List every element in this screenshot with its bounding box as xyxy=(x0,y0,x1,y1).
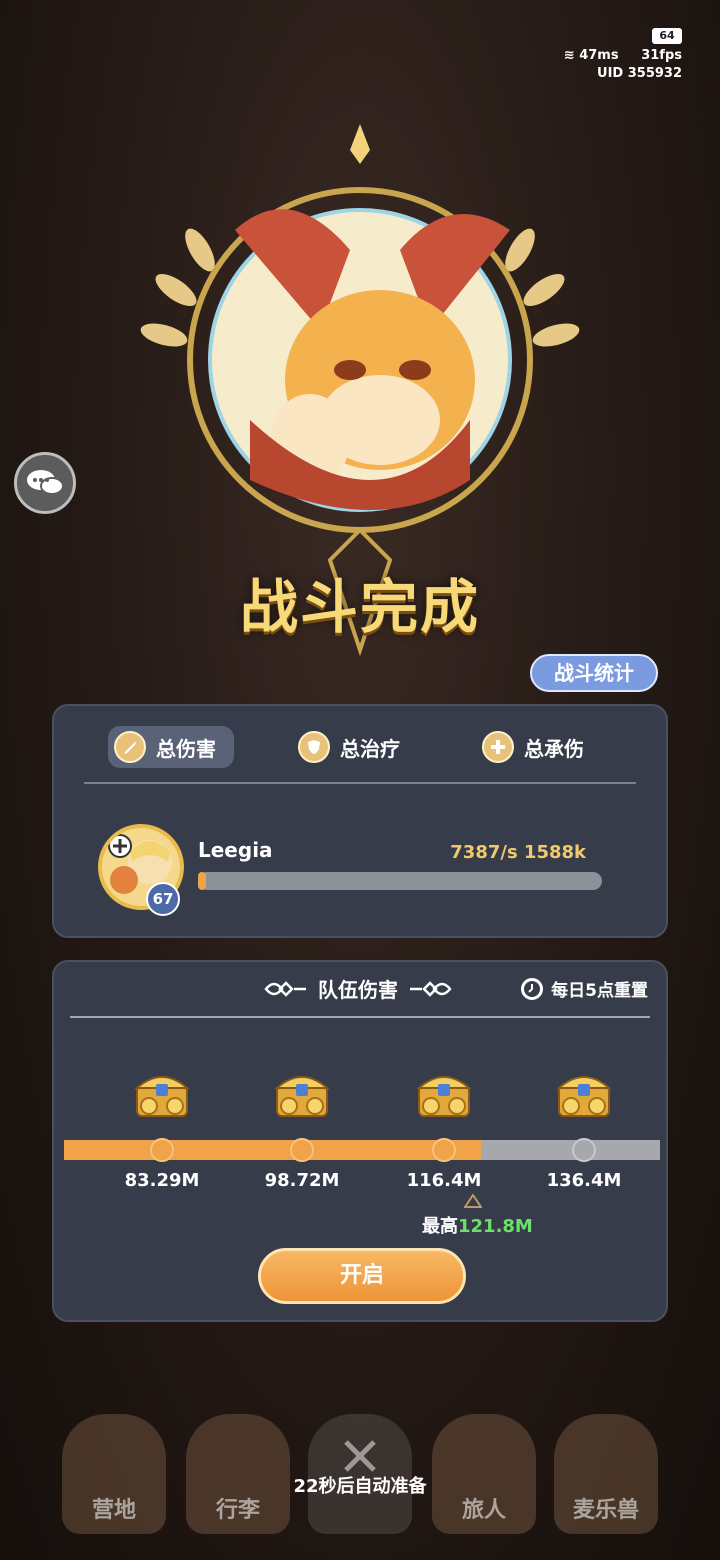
reset-text: 每日5点重置 xyxy=(551,981,648,1001)
milestone-dot xyxy=(290,1138,314,1162)
team-progress-fill xyxy=(64,1140,482,1160)
best-record: 最高121.8M xyxy=(422,1212,533,1238)
uid-text: UID 355932 xyxy=(597,66,682,81)
tab-total-damage-taken[interactable]: 总承伤 xyxy=(482,726,584,768)
open-chest-button[interactable]: 开启 xyxy=(258,1248,466,1304)
milestone-value: 98.72M xyxy=(264,1170,340,1191)
auto-ready-text: 22秒后自动准备 xyxy=(293,1476,427,1497)
treasure-chest-icon[interactable] xyxy=(271,1066,333,1122)
page-title: 战斗完成 xyxy=(239,573,480,641)
milestone-value: 116.4M xyxy=(406,1170,482,1191)
level-badge: 67 xyxy=(146,882,180,916)
ornament-left-icon xyxy=(264,980,306,997)
crossed-swords-icon xyxy=(344,1440,376,1472)
damage-bar-fill xyxy=(198,872,206,890)
divider xyxy=(70,1016,650,1018)
open-button-label: 开启 xyxy=(339,1263,384,1288)
battery-indicator: 64 xyxy=(652,28,682,44)
tab-label: 总治疗 xyxy=(340,736,400,761)
team-damage-panel: 队伍伤害 每日5点重置 最高121.8M 开启 83.29M 98.72M 116.… xyxy=(52,960,668,1322)
treasure-chest-icon[interactable] xyxy=(553,1066,615,1122)
chat-bubble-icon xyxy=(27,470,64,495)
heal-cross-icon xyxy=(482,731,514,763)
player-name: Leegia xyxy=(198,838,273,862)
status-overlay: 64 ≋ 47ms 31fps UID 355932 xyxy=(542,28,682,84)
chat-button[interactable] xyxy=(14,452,76,514)
shield-icon xyxy=(298,731,330,763)
team-damage-header: 队伍伤害 xyxy=(264,974,452,1003)
best-label: 最高 xyxy=(422,1216,458,1237)
fps-text: 31fps xyxy=(641,48,682,63)
divider xyxy=(84,782,636,784)
milestone-dot xyxy=(572,1138,596,1162)
best-marker-icon xyxy=(464,1194,482,1208)
stats-panel: 总伤害 总治疗 总承伤 67 Leegia 7387/s 1588k xyxy=(52,704,668,938)
damage-bar xyxy=(198,872,602,890)
ping-text: 47ms xyxy=(579,48,619,63)
player-damage-value: 7387/s 1588k xyxy=(450,842,586,863)
tab-label: 总承伤 xyxy=(524,736,584,761)
ornament-right-icon xyxy=(410,980,452,997)
tab-label: 总伤害 xyxy=(156,736,216,761)
treasure-chest-icon[interactable] xyxy=(413,1066,475,1122)
milestone-dot xyxy=(150,1138,174,1162)
tab-total-damage[interactable]: 总伤害 xyxy=(108,726,234,768)
milestone-value: 136.4M xyxy=(546,1170,622,1191)
milestone-value: 83.29M xyxy=(124,1170,200,1191)
best-value: 121.8M xyxy=(458,1216,533,1237)
sword-icon xyxy=(114,731,146,763)
stats-tabs: 总伤害 总治疗 总承伤 xyxy=(54,726,666,768)
team-damage-title: 队伍伤害 xyxy=(318,978,398,1002)
wifi-icon: ≋ xyxy=(563,48,575,63)
reset-info: 每日5点重置 xyxy=(521,976,648,1001)
network-stats: ≋ 47ms 31fps xyxy=(564,48,682,63)
milestone-dot xyxy=(432,1138,456,1162)
battle-stats-button[interactable]: 战斗统计 xyxy=(530,654,658,692)
tab-total-healing[interactable]: 总治疗 xyxy=(298,726,400,768)
treasure-chest-icon[interactable] xyxy=(131,1066,193,1122)
clock-icon xyxy=(521,977,544,1000)
